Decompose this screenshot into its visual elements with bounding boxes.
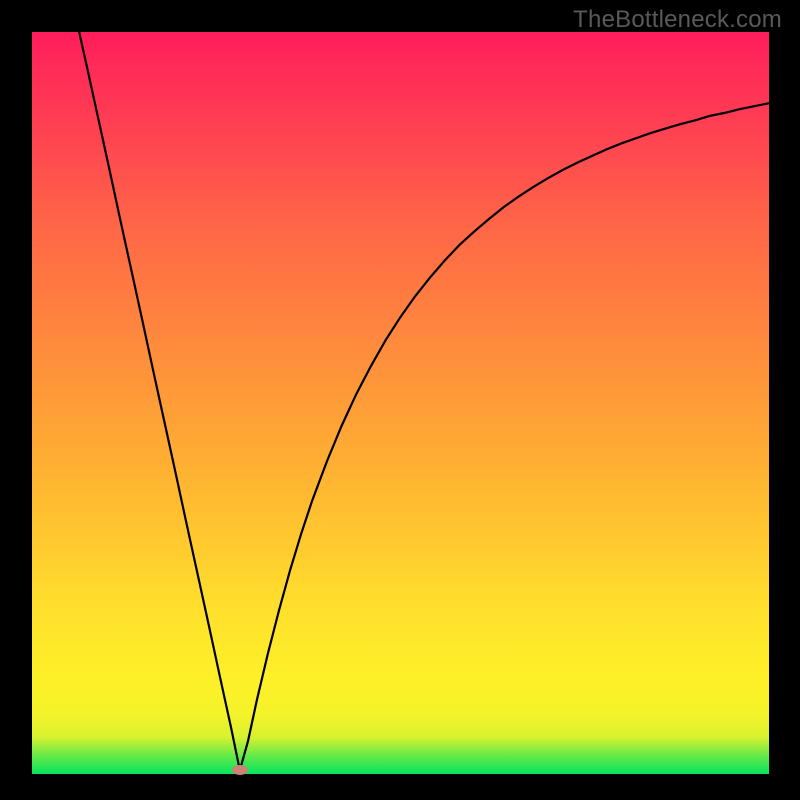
watermark-text: TheBottleneck.com — [573, 6, 782, 34]
chart-frame: TheBottleneck.com — [0, 0, 800, 800]
curve-svg — [32, 32, 769, 774]
minimum-marker — [232, 765, 248, 775]
bottleneck-curve — [79, 32, 769, 770]
plot-area — [32, 32, 769, 774]
